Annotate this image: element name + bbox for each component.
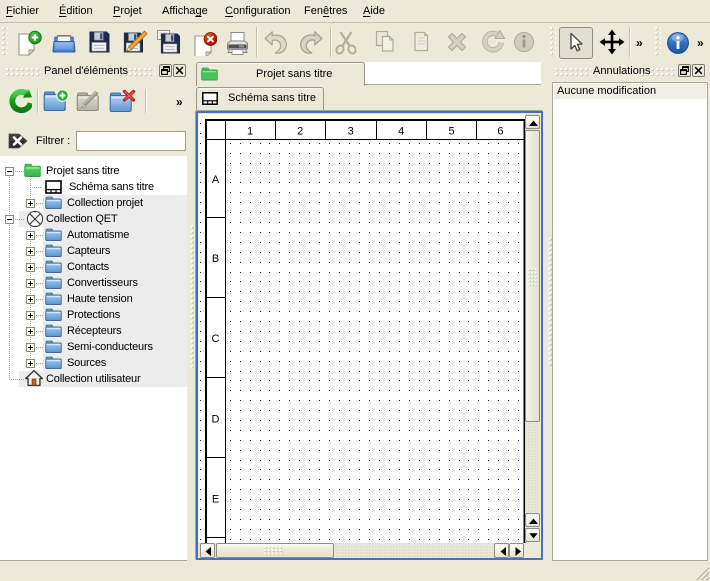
svg-text:2: 2 bbox=[297, 125, 303, 137]
svg-text:3: 3 bbox=[347, 125, 353, 137]
svg-text:4: 4 bbox=[398, 125, 404, 137]
svg-text:D: D bbox=[211, 413, 219, 425]
svg-text:A: A bbox=[211, 173, 219, 185]
svg-text:C: C bbox=[211, 333, 219, 345]
svg-text:B: B bbox=[211, 253, 218, 265]
svg-text:E: E bbox=[211, 493, 218, 505]
svg-text:6: 6 bbox=[497, 125, 503, 137]
svg-text:5: 5 bbox=[448, 125, 454, 137]
svg-text:1: 1 bbox=[246, 125, 252, 137]
